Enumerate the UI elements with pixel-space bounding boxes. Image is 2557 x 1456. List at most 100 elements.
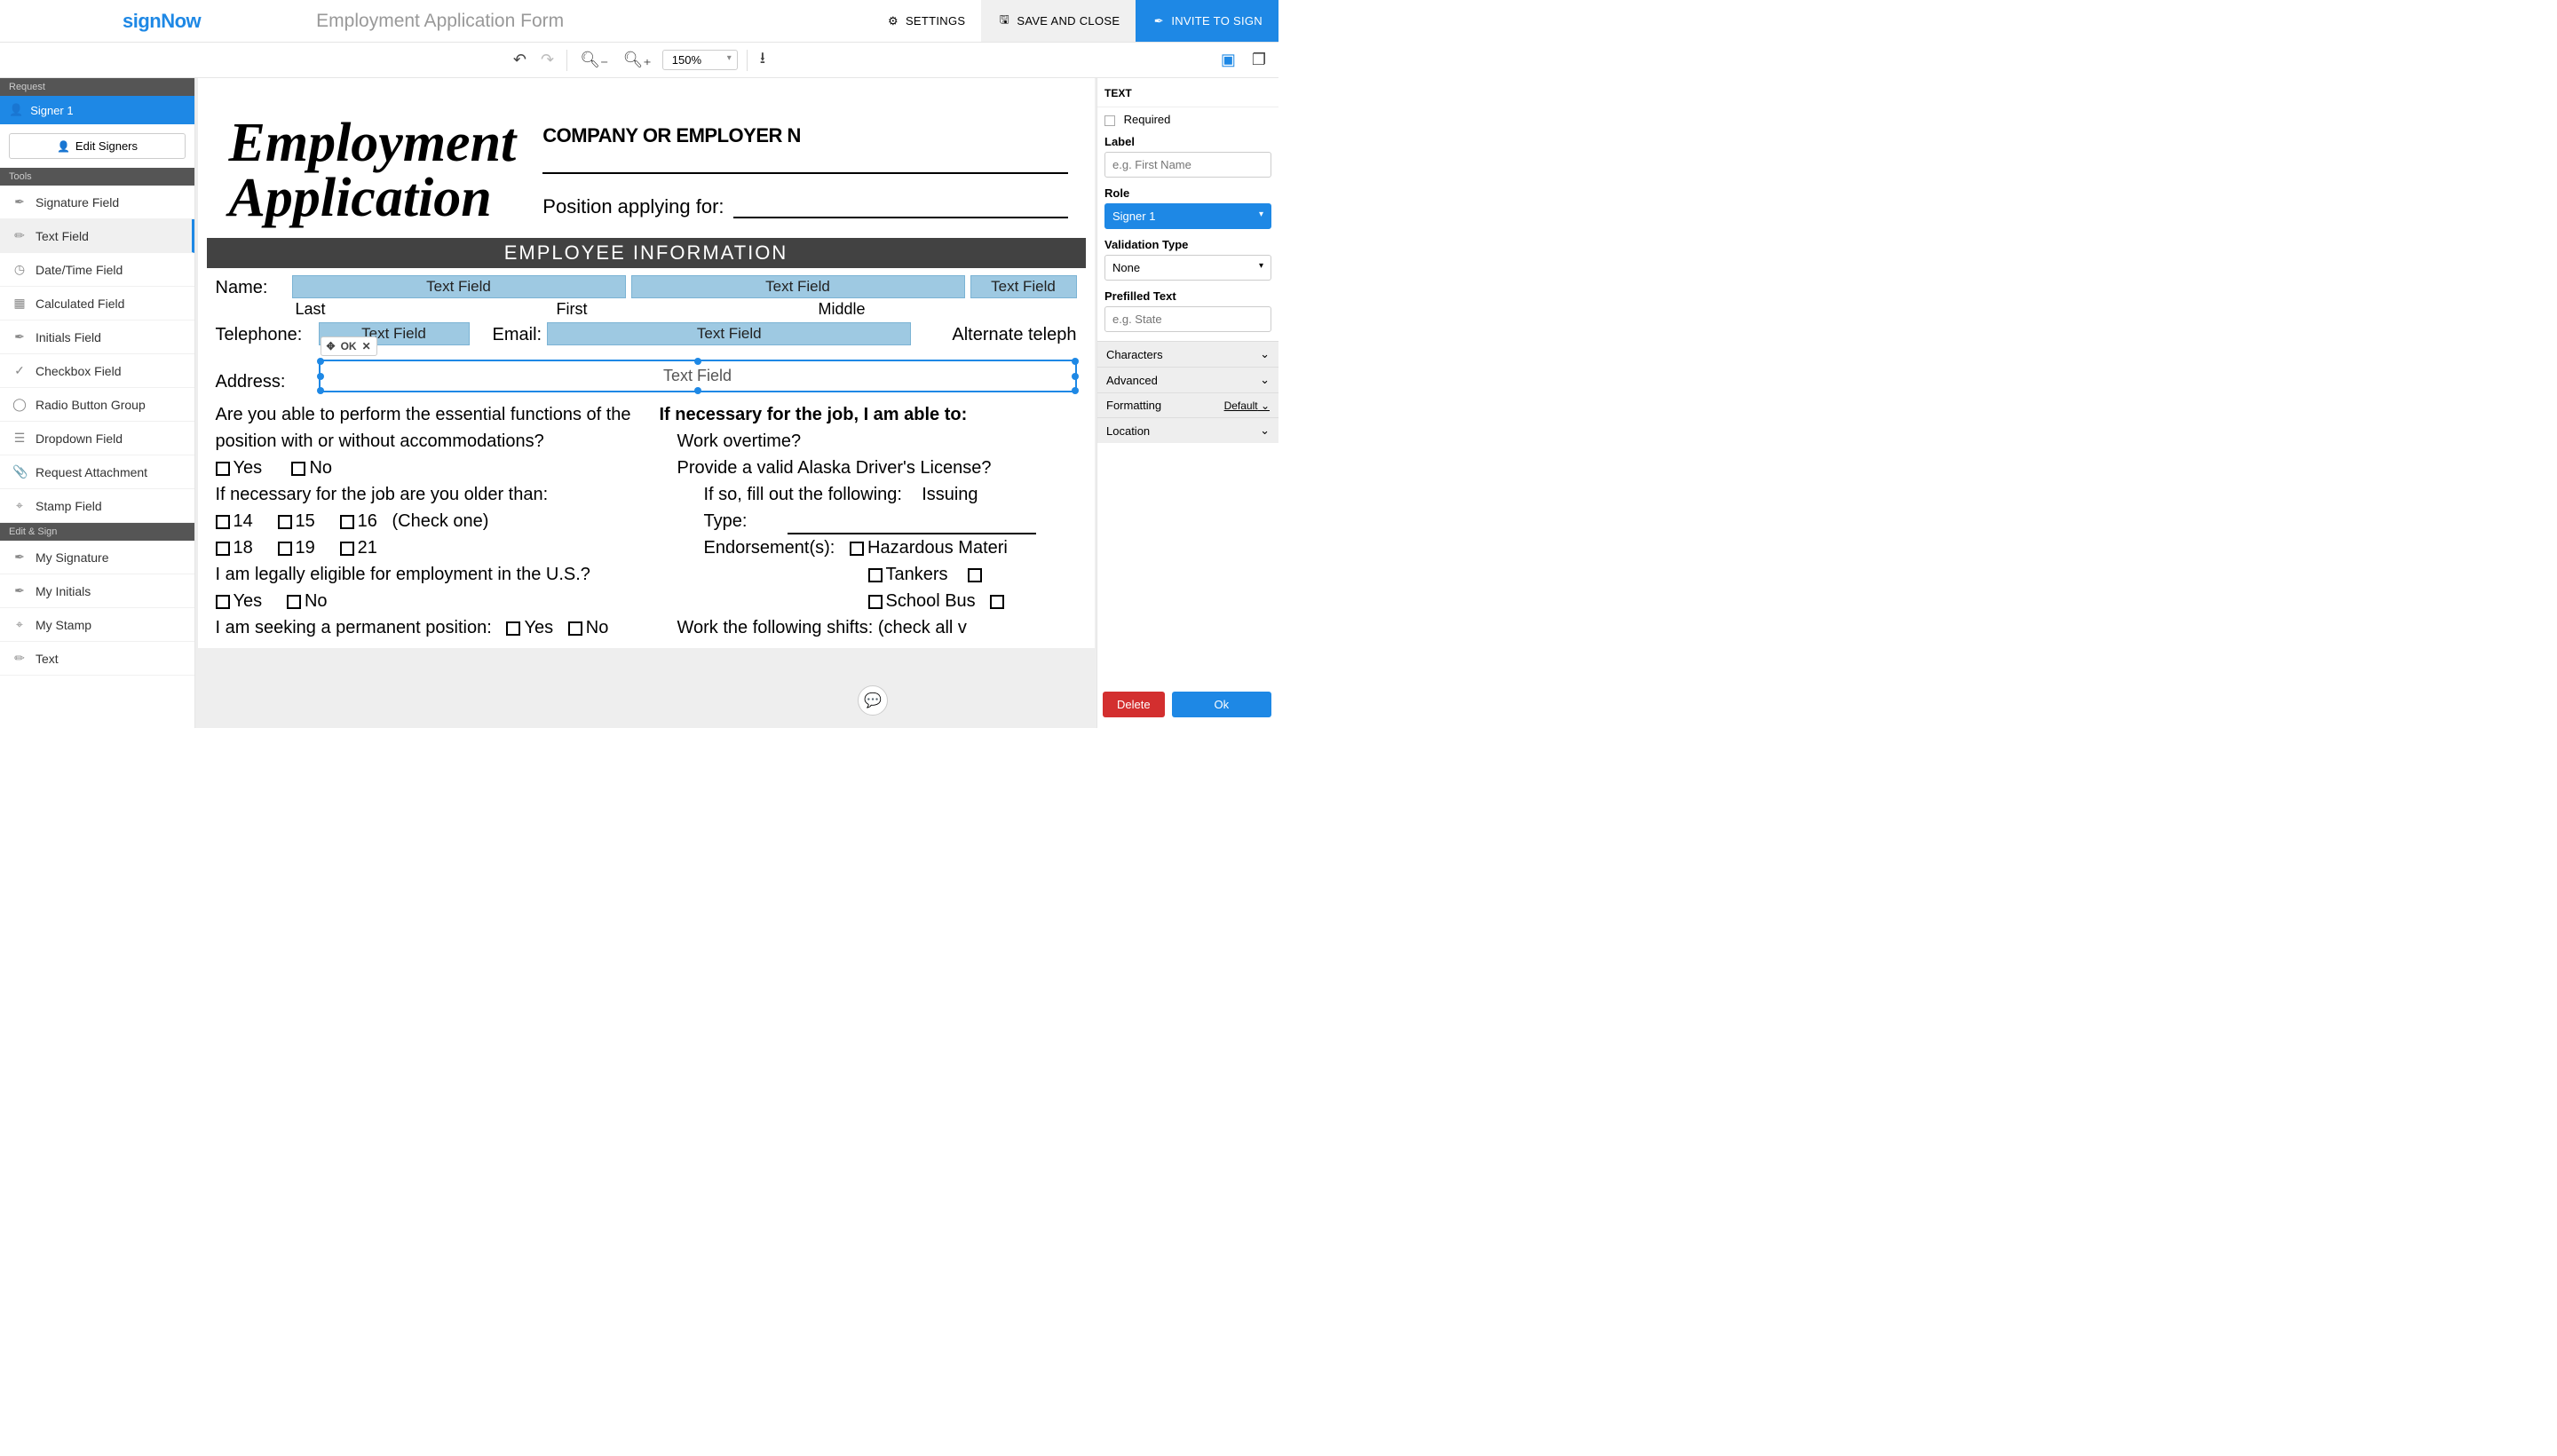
checkbox-21[interactable] bbox=[340, 542, 354, 556]
right-title: If necessary for the job, I am able to: bbox=[660, 401, 1077, 428]
name-label: Name: bbox=[216, 278, 287, 298]
tool-icon: ✏ bbox=[12, 651, 27, 666]
text-field-middle[interactable]: Text Field bbox=[970, 275, 1077, 298]
close-icon[interactable]: ✕ bbox=[362, 340, 371, 352]
tool-icon: ✓ bbox=[12, 363, 27, 378]
company-line bbox=[542, 147, 1067, 174]
tool-icon: ✒ bbox=[12, 329, 27, 344]
save-icon: 🖫 bbox=[997, 14, 1011, 28]
checkbox-19[interactable] bbox=[278, 542, 292, 556]
properties-panel: TEXT Required Label Role Signer 1 Valida… bbox=[1096, 78, 1278, 728]
characters-accordion[interactable]: Characters⌄ bbox=[1097, 341, 1278, 367]
tool-item[interactable]: ◯Radio Button Group bbox=[0, 388, 194, 422]
edit-signers-button[interactable]: 👤 Edit Signers bbox=[9, 133, 186, 159]
left-sidebar: Request 👤 Signer 1 👤 Edit Signers Tools … bbox=[0, 78, 195, 728]
checkbox-18[interactable] bbox=[216, 542, 230, 556]
last-label: Last bbox=[296, 300, 326, 319]
text-field-last[interactable]: Text Field bbox=[292, 275, 626, 298]
save-close-button[interactable]: 🖫 SAVE AND CLOSE bbox=[981, 0, 1136, 42]
q4: I am seeking a permanent position: bbox=[216, 618, 492, 637]
zoom-out-button[interactable]: 🔍︎₋ bbox=[576, 47, 612, 73]
tool-icon: ✏ bbox=[12, 228, 27, 243]
email-label: Email: bbox=[475, 325, 542, 345]
tool-icon: ▦ bbox=[12, 296, 27, 311]
tool-icon: ✒ bbox=[12, 550, 27, 565]
tool-item[interactable]: ✓Checkbox Field bbox=[0, 354, 194, 388]
checkbox-schoolbus[interactable] bbox=[868, 595, 883, 609]
checkbox-14[interactable] bbox=[216, 515, 230, 529]
edit-sign-item[interactable]: ✒ My Signature bbox=[0, 541, 194, 574]
edit-sign-item[interactable]: ⌖My Stamp bbox=[0, 608, 194, 642]
text-field-first[interactable]: Text Field bbox=[631, 275, 965, 298]
edit-sign-item[interactable]: ✒My Initials bbox=[0, 574, 194, 608]
checkbox-yes-3[interactable] bbox=[506, 621, 520, 636]
save-label: SAVE AND CLOSE bbox=[1017, 14, 1120, 28]
document-title[interactable]: Employment Application Form bbox=[227, 11, 870, 32]
pages-icon[interactable]: ❐ bbox=[1248, 47, 1270, 73]
tool-label: My Signature bbox=[36, 550, 108, 565]
checkbox-16[interactable] bbox=[340, 515, 354, 529]
text-field-email[interactable]: Text Field bbox=[547, 322, 911, 345]
zoom-in-button[interactable]: 🔍︎₊ bbox=[619, 47, 654, 73]
app-header: signNow Employment Application Form ⚙ SE… bbox=[0, 0, 1278, 43]
validation-select[interactable]: None bbox=[1104, 255, 1271, 281]
checkbox-no[interactable] bbox=[291, 462, 305, 476]
edit-signers-label: Edit Signers bbox=[75, 139, 138, 153]
q2: If necessary for the job are you older t… bbox=[216, 481, 633, 508]
invite-to-sign-button[interactable]: ✒ INVITE TO SIGN bbox=[1136, 0, 1278, 42]
panel-title: TEXT bbox=[1104, 87, 1271, 99]
r3: If so, fill out the following: bbox=[704, 485, 902, 504]
field-ok-cancel[interactable]: ✥ OK ✕ bbox=[321, 336, 377, 356]
chat-icon[interactable]: 💬 bbox=[858, 685, 888, 716]
tool-icon: ✒ bbox=[12, 194, 27, 210]
tool-icon: 📎 bbox=[12, 464, 27, 479]
tool-item[interactable]: ☰Dropdown Field bbox=[0, 422, 194, 455]
redo-button[interactable]: ↷ bbox=[537, 47, 558, 73]
tool-item[interactable]: ▦Calculated Field bbox=[0, 287, 194, 320]
advanced-accordion[interactable]: Advanced⌄ bbox=[1097, 367, 1278, 392]
checkbox-tankers[interactable] bbox=[868, 568, 883, 582]
checkbox-no-2[interactable] bbox=[287, 595, 301, 609]
undo-button[interactable]: ↶ bbox=[510, 47, 530, 73]
settings-button[interactable]: ⚙ SETTINGS bbox=[870, 0, 981, 42]
signer-row[interactable]: 👤 Signer 1 bbox=[0, 96, 194, 124]
checkbox-15[interactable] bbox=[278, 515, 292, 529]
role-select[interactable]: Signer 1 bbox=[1104, 203, 1271, 229]
tool-icon: ⌖ bbox=[12, 617, 27, 632]
tool-item[interactable]: ✏Text Field bbox=[0, 219, 194, 253]
label-input[interactable] bbox=[1104, 152, 1271, 178]
move-icon[interactable]: ✥ bbox=[327, 340, 336, 352]
thumbnail-toggle-icon[interactable]: ▣ bbox=[1217, 47, 1239, 73]
checkbox-yes[interactable] bbox=[216, 462, 230, 476]
ok-button[interactable]: Ok bbox=[1172, 692, 1271, 717]
zoom-select[interactable]: 150% bbox=[662, 50, 738, 70]
label-label: Label bbox=[1104, 135, 1271, 148]
tool-item[interactable]: ⌖Stamp Field bbox=[0, 489, 194, 523]
text-field-address-active[interactable]: Text Field ✥ OK ✕ bbox=[319, 360, 1077, 392]
tool-item[interactable]: ✒Signature Field bbox=[0, 186, 194, 219]
tool-icon: ☰ bbox=[12, 431, 27, 446]
checkbox-yes-2[interactable] bbox=[216, 595, 230, 609]
delete-button[interactable]: Delete bbox=[1103, 692, 1165, 717]
checkbox-no-3[interactable] bbox=[568, 621, 582, 636]
checkbox-extra1[interactable] bbox=[968, 568, 982, 582]
ok-button[interactable]: OK bbox=[341, 340, 357, 352]
tool-item[interactable]: 📎Request Attachment bbox=[0, 455, 194, 489]
prefilled-input[interactable] bbox=[1104, 306, 1271, 332]
edit-sign-item[interactable]: ✏Text bbox=[0, 642, 194, 676]
tool-icon: ✒ bbox=[12, 583, 27, 598]
alt-telephone-label: Alternate teleph bbox=[916, 325, 1076, 345]
checkbox-extra2[interactable] bbox=[990, 595, 1004, 609]
document-page: Employment Application COMPANY OR EMPLOY… bbox=[198, 78, 1095, 648]
download-button[interactable]: ⭳ bbox=[756, 44, 769, 77]
shifts-label: Work the following shifts: (check all v bbox=[660, 614, 1077, 641]
canvas[interactable]: Employment Application COMPANY OR EMPLOY… bbox=[195, 78, 1096, 728]
formatting-accordion[interactable]: FormattingDefault ⌄ bbox=[1097, 392, 1278, 417]
invite-label: INVITE TO SIGN bbox=[1171, 14, 1263, 28]
location-accordion[interactable]: Location⌄ bbox=[1097, 417, 1278, 443]
tool-icon: ◷ bbox=[12, 262, 27, 277]
required-checkbox[interactable] bbox=[1104, 115, 1115, 126]
checkbox-haz[interactable] bbox=[850, 542, 864, 556]
tool-item[interactable]: ✒Initials Field bbox=[0, 320, 194, 354]
tool-item[interactable]: ◷Date/Time Field bbox=[0, 253, 194, 287]
